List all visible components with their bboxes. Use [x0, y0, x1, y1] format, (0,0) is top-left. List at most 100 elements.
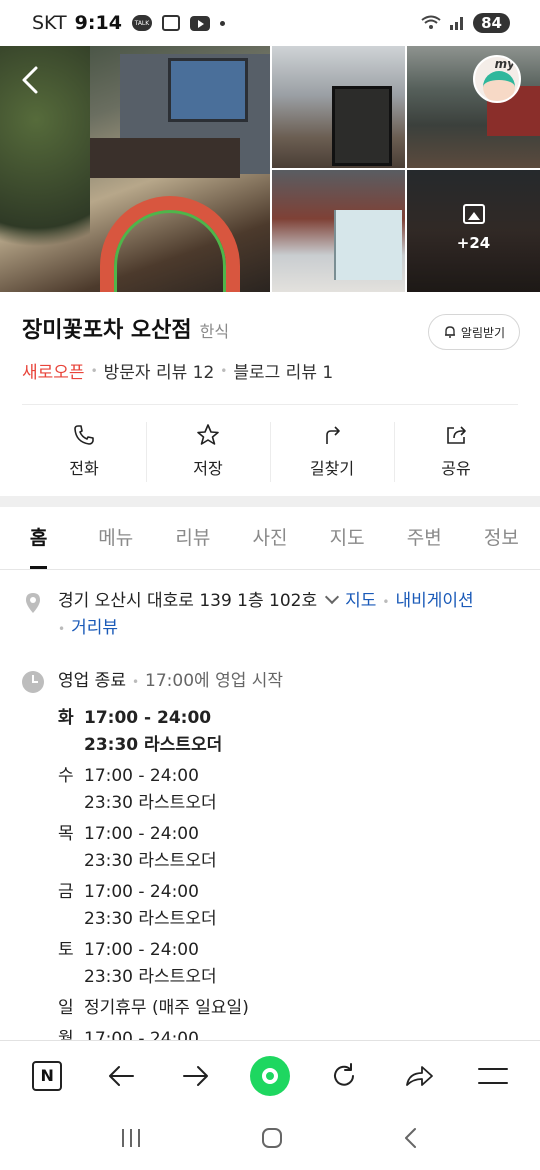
- tab-nearby[interactable]: 주변: [386, 508, 463, 569]
- hours-time: 17:00 - 24:00: [84, 882, 199, 902]
- map-link[interactable]: 지도: [345, 591, 376, 611]
- naver-logo-icon: N: [32, 1060, 63, 1091]
- phone-icon: [74, 425, 94, 445]
- call-button[interactable]: 전화: [22, 418, 146, 484]
- action-bar: 전화 저장 길찾기 공유: [22, 418, 518, 484]
- photo-thumbnail[interactable]: [272, 170, 405, 292]
- clock-icon: [22, 671, 44, 693]
- tab-home[interactable]: 홈: [0, 508, 77, 569]
- hours-item: 토 17:00 - 24:00 23:30 라스트오더: [58, 937, 518, 991]
- signal-icon: [450, 17, 464, 30]
- back-chevron-icon: [405, 1128, 417, 1148]
- home-button[interactable]: [260, 1126, 284, 1154]
- more-notifications-icon: [219, 20, 225, 26]
- day-label: 수: [58, 766, 74, 786]
- notify-button[interactable]: 알림받기: [428, 314, 520, 350]
- save-button[interactable]: 저장: [146, 418, 270, 484]
- hours-item: 목 17:00 - 24:00 23:30 라스트오더: [58, 821, 518, 875]
- photo-thumbnail[interactable]: [272, 46, 405, 168]
- directions-button[interactable]: 길찾기: [270, 418, 394, 484]
- naver-home-button[interactable]: N: [25, 1054, 69, 1098]
- hours-item: 금 17:00 - 24:00 23:30 라스트오더: [58, 879, 518, 933]
- back-button[interactable]: [16, 60, 46, 100]
- chevron-down-icon[interactable]: [325, 589, 340, 605]
- address-row: 경기 오산시 대호로 139 1층 102호 지도 • 내비게이션 • 거리뷰: [22, 588, 518, 642]
- last-order: 23:30 라스트오더: [84, 851, 217, 871]
- address-text: 경기 오산시 대호로 139 1층 102호: [58, 591, 318, 611]
- green-dot-icon: [261, 1067, 278, 1084]
- recent-apps-button[interactable]: [119, 1127, 143, 1153]
- home-icon: [261, 1128, 282, 1148]
- visitor-reviews-link[interactable]: 방문자 리뷰 12: [104, 358, 215, 383]
- share-label: 공유: [441, 459, 471, 478]
- hours-time: 17:00 - 24:00: [84, 940, 199, 960]
- share-icon: [447, 426, 466, 444]
- arrow-left-icon: [109, 1065, 135, 1086]
- system-nav-bar: [0, 1110, 540, 1170]
- street-view-link[interactable]: 거리뷰: [71, 618, 118, 638]
- location-pin-icon: [26, 593, 40, 613]
- day-label: 금: [58, 882, 74, 902]
- hours-time: 정기휴무 (매주 일요일): [84, 998, 249, 1018]
- green-dot-button[interactable]: [248, 1054, 292, 1098]
- refresh-icon: [334, 1062, 355, 1086]
- tab-map[interactable]: 지도: [309, 508, 386, 569]
- clock-time: 9:14: [74, 12, 122, 34]
- battery-level: 84: [473, 13, 510, 33]
- last-order: 23:30 라스트오더: [84, 793, 217, 813]
- share-page-button[interactable]: [397, 1054, 441, 1098]
- last-order: 23:30 라스트오더: [84, 735, 223, 755]
- hours-item: 수 17:00 - 24:00 23:30 라스트오더: [58, 763, 518, 817]
- carrier-label: SKT: [32, 12, 67, 34]
- tab-menu[interactable]: 메뉴: [77, 508, 154, 569]
- save-label: 저장: [193, 459, 223, 478]
- wifi-icon: [421, 15, 441, 29]
- tab-bar: 홈 메뉴 리뷰 사진 지도 주변 정보: [0, 508, 540, 570]
- arrow-right-icon: [182, 1065, 208, 1086]
- photo-gallery: +24: [0, 46, 540, 292]
- day-label: 토: [58, 940, 74, 960]
- section-divider: [0, 496, 540, 507]
- hours-time: 17:00 - 24:00: [84, 766, 199, 786]
- hours-list: 화 17:00 - 24:00 23:30 라스트오더 수 17:00 - 24:…: [58, 705, 518, 1053]
- directions-icon: [326, 426, 340, 444]
- place-category: 한식: [199, 322, 230, 341]
- system-back-button[interactable]: [401, 1126, 421, 1154]
- hamburger-icon: [477, 1067, 508, 1084]
- menu-button[interactable]: [471, 1054, 515, 1098]
- talk-notification-icon: TALK: [131, 15, 152, 31]
- photo-thumbnail[interactable]: [407, 46, 540, 168]
- more-photos-count: +24: [456, 234, 491, 252]
- next-open-time: 17:00에 영업 시작: [145, 671, 284, 691]
- divider: [22, 404, 518, 405]
- tab-reviews[interactable]: 리뷰: [154, 508, 231, 569]
- back-nav-button[interactable]: [99, 1054, 143, 1098]
- day-label: 화: [58, 708, 74, 728]
- hours-time: 17:00 - 24:00: [84, 824, 199, 844]
- directions-label: 길찾기: [309, 459, 355, 478]
- avatar: [483, 71, 515, 101]
- tab-photos[interactable]: 사진: [231, 508, 308, 569]
- youtube-notification-icon: [189, 15, 210, 31]
- tab-info[interactable]: 정보: [463, 508, 540, 569]
- business-hours-row[interactable]: 영업 종료 • 17:00에 영업 시작: [22, 668, 518, 695]
- my-profile-button[interactable]: my: [473, 55, 521, 103]
- place-name: 장미꽃포차 오산점: [22, 318, 192, 343]
- hours-item: 일 정기휴무 (매주 일요일): [58, 995, 518, 1022]
- forward-nav-button[interactable]: [174, 1054, 218, 1098]
- hours-item: 화 17:00 - 24:00 23:30 라스트오더: [58, 705, 518, 759]
- refresh-button[interactable]: [322, 1054, 366, 1098]
- chevron-left-icon: [22, 66, 38, 94]
- blog-reviews-link[interactable]: 블로그 리뷰 1: [233, 358, 333, 383]
- browser-toolbar: N: [0, 1040, 540, 1110]
- call-label: 전화: [69, 459, 99, 478]
- place-info: 경기 오산시 대호로 139 1층 102호 지도 • 내비게이션 • 거리뷰 영업 종…: [22, 588, 518, 1057]
- business-status: 영업 종료: [58, 671, 126, 691]
- hours-time: 17:00 - 24:00: [84, 708, 212, 728]
- navigation-link[interactable]: 내비게이션: [396, 591, 474, 611]
- more-photos-button[interactable]: +24: [407, 170, 540, 292]
- bell-icon: [444, 326, 455, 338]
- share-button[interactable]: 공유: [394, 418, 518, 484]
- notify-label: 알림받기: [460, 325, 506, 340]
- new-open-badge: 새로오픈: [22, 363, 85, 383]
